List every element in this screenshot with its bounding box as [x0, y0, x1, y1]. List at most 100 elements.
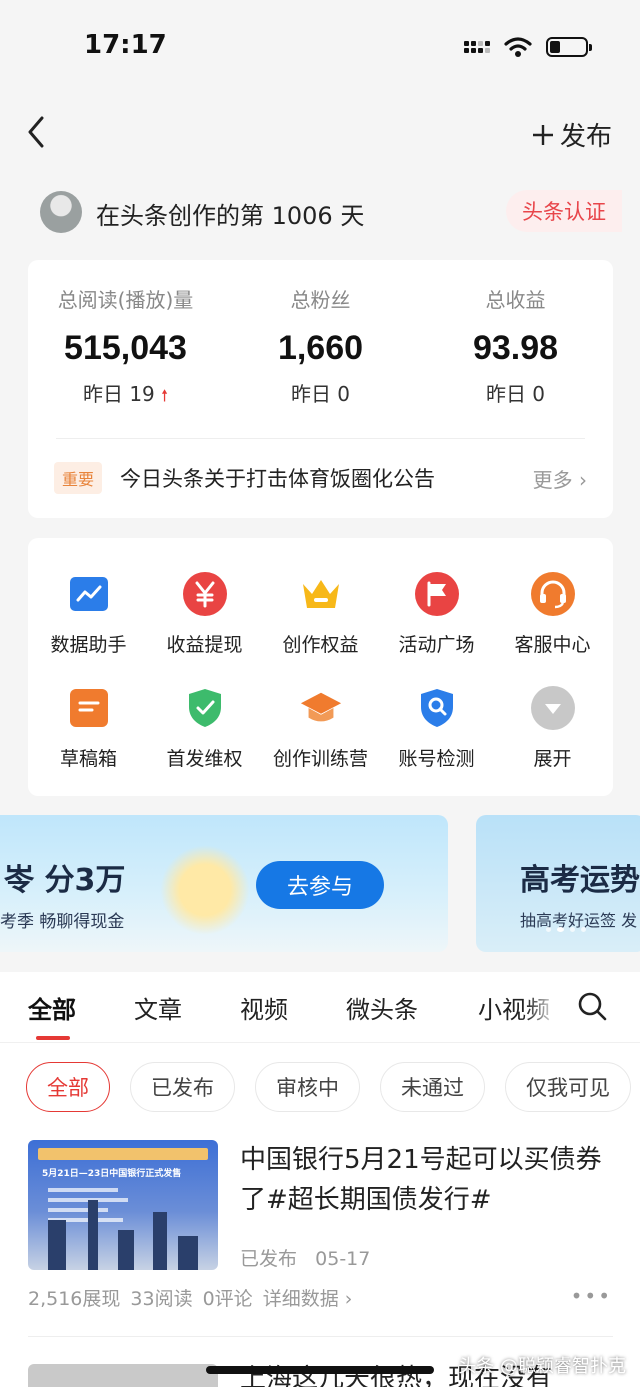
publish-button[interactable]: 发布: [532, 116, 612, 153]
filter-all[interactable]: 全部: [26, 1062, 110, 1112]
tab-videos[interactable]: 视频: [240, 990, 288, 1025]
tools-card: 数据助手 收益提现 创作权益 活动广场 客服中心 草稿箱 首发维权 创作训练营 …: [28, 538, 613, 796]
more-options-icon[interactable]: •••: [571, 1284, 612, 1308]
notice-text: 今日头条关于打击体育饭圈化公告: [120, 467, 436, 491]
tool-label: 展开: [533, 748, 572, 770]
draft-icon: [69, 689, 108, 727]
promo-banner-next[interactable]: 高考运势 抽高考好运签 发: [476, 815, 640, 952]
stat-value: 93.98: [472, 329, 559, 367]
detail-label: 详细数据: [262, 1288, 339, 1310]
tool-account-check[interactable]: 账号检测: [378, 686, 495, 771]
filter-rejected[interactable]: 未通过: [380, 1062, 485, 1112]
article-meta: 已发布 05-17: [240, 1244, 370, 1271]
creator-days: 在头条创作的第 1006 天: [96, 202, 365, 230]
stat-value: 515,043: [64, 329, 187, 367]
tool-label: 账号检测: [398, 748, 475, 770]
tool-label: 收益提现: [166, 634, 243, 656]
chevron-right-icon: ›: [579, 467, 587, 492]
signal-icon: [464, 41, 490, 53]
article-stats: 2,516展现 33阅读 0评论 详细数据 ›: [28, 1284, 352, 1311]
home-indicator: [206, 1366, 434, 1374]
tool-label: 草稿箱: [59, 748, 117, 770]
avatar[interactable]: [40, 191, 82, 233]
stat-value: 1,660: [277, 329, 364, 367]
tool-training-camp[interactable]: 创作训练营: [262, 686, 379, 771]
tab-all[interactable]: 全部: [28, 990, 76, 1025]
chevron-right-icon: ›: [344, 1288, 353, 1310]
filter-reviewing[interactable]: 审核中: [255, 1062, 360, 1112]
article-status: 已发布: [240, 1248, 298, 1270]
plus-icon: [532, 124, 553, 145]
search-icon[interactable]: [576, 990, 608, 1022]
tool-label: 首发维权: [166, 748, 243, 770]
stats-card: 总阅读(播放)量 515,043 昨日 19 🠕 总粉丝 1,660 昨日 0 …: [28, 260, 613, 518]
status-filters: 全部 已发布 审核中 未通过 仅我可见: [26, 1062, 631, 1112]
notice-more-link[interactable]: 更多 ›: [533, 464, 587, 493]
active-tab-indicator: [36, 1036, 70, 1040]
reads-count: 33阅读: [130, 1288, 193, 1310]
publish-label: 发布: [559, 122, 612, 152]
tool-activity-square[interactable]: 活动广场: [378, 572, 495, 657]
divider: [0, 1042, 640, 1043]
article-thumbnail[interactable]: [28, 1364, 218, 1387]
comments-count: 0评论: [202, 1288, 253, 1310]
status-icons: [464, 36, 592, 58]
flag-icon: [414, 572, 459, 616]
stat-sub: 昨日 0: [485, 382, 546, 406]
stat-total-fans[interactable]: 总粉丝 1,660 昨日 0: [223, 284, 418, 407]
notice-bar[interactable]: 重要 今日头条关于打击体育饭圈化公告 更多 ›: [54, 462, 587, 494]
tool-label: 创作训练营: [272, 748, 368, 770]
tool-label: 客服中心: [514, 634, 591, 656]
filter-published[interactable]: 已发布: [130, 1062, 235, 1112]
yen-icon: [182, 572, 227, 616]
tool-original-protection[interactable]: 首发维权: [146, 686, 263, 771]
watermark: 头条 @聪颖睿智扑克: [458, 1356, 626, 1377]
filter-private[interactable]: 仅我可见: [505, 1062, 631, 1112]
tool-creator-rights[interactable]: 创作权益: [262, 572, 379, 657]
stat-total-income[interactable]: 总收益 93.98 昨日 0: [418, 284, 613, 407]
tool-drafts[interactable]: 草稿箱: [30, 686, 147, 771]
stat-total-reads[interactable]: 总阅读(播放)量 515,043 昨日 19 🠕: [28, 284, 223, 412]
tool-expand[interactable]: 展开: [494, 686, 611, 771]
chart-icon: [69, 577, 108, 611]
stat-label: 总粉丝: [290, 288, 351, 312]
search-shield-icon: [420, 689, 453, 727]
graduation-cap-icon: [300, 692, 341, 722]
battery-icon: [546, 37, 592, 57]
divider: [28, 1336, 613, 1337]
more-label: 更多: [532, 467, 573, 492]
carousel-dots: [546, 927, 586, 932]
tab-articles[interactable]: 文章: [134, 990, 182, 1025]
tool-label: 数据助手: [50, 634, 127, 656]
impressions-count: 2,516展现: [28, 1288, 121, 1310]
banner-decoration: [160, 845, 250, 935]
headset-icon: [530, 572, 575, 616]
tool-income-withdraw[interactable]: 收益提现: [146, 572, 263, 657]
article-title[interactable]: 中国银行5月21号起可以买债券了#超长期国债发行#: [240, 1140, 620, 1220]
notice-tag: 重要: [54, 462, 103, 494]
join-button[interactable]: 去参与: [256, 861, 384, 909]
tab-short-videos[interactable]: 小视频: [478, 990, 558, 1025]
back-button[interactable]: [22, 112, 52, 152]
stat-label: 总收益: [485, 288, 546, 312]
banner-subtitle: 考季 畅聊得现金: [0, 912, 125, 932]
tool-customer-service[interactable]: 客服中心: [494, 572, 611, 657]
promo-banner[interactable]: 岺 分3万 考季 畅聊得现金 去参与: [0, 815, 448, 952]
tool-label: 创作权益: [282, 634, 359, 656]
banner-title: 岺 分3万: [4, 863, 126, 898]
tool-data-assistant[interactable]: 数据助手: [30, 572, 147, 657]
crown-icon: [302, 580, 339, 608]
divider: [56, 438, 585, 439]
shield-icon: [188, 689, 221, 727]
content-tabs: 全部 文章 视频 微头条 小视频: [0, 990, 640, 1030]
article-date: 05-17: [315, 1248, 371, 1270]
thumbnail-caption: 5月21日—23日中国银行正式发售: [42, 1169, 182, 1179]
tab-micro-posts[interactable]: 微头条: [346, 990, 418, 1025]
stat-sub: 昨日 0: [290, 382, 351, 406]
detail-data-link[interactable]: 详细数据 ›: [263, 1284, 353, 1311]
verify-badge[interactable]: 头条认证: [506, 190, 622, 232]
stat-sub: 昨日 19: [82, 382, 155, 406]
article-thumbnail[interactable]: 5月21日—23日中国银行正式发售: [28, 1140, 218, 1270]
trend-up-icon: 🠕: [161, 386, 169, 405]
stat-label: 总阅读(播放)量: [57, 288, 194, 312]
